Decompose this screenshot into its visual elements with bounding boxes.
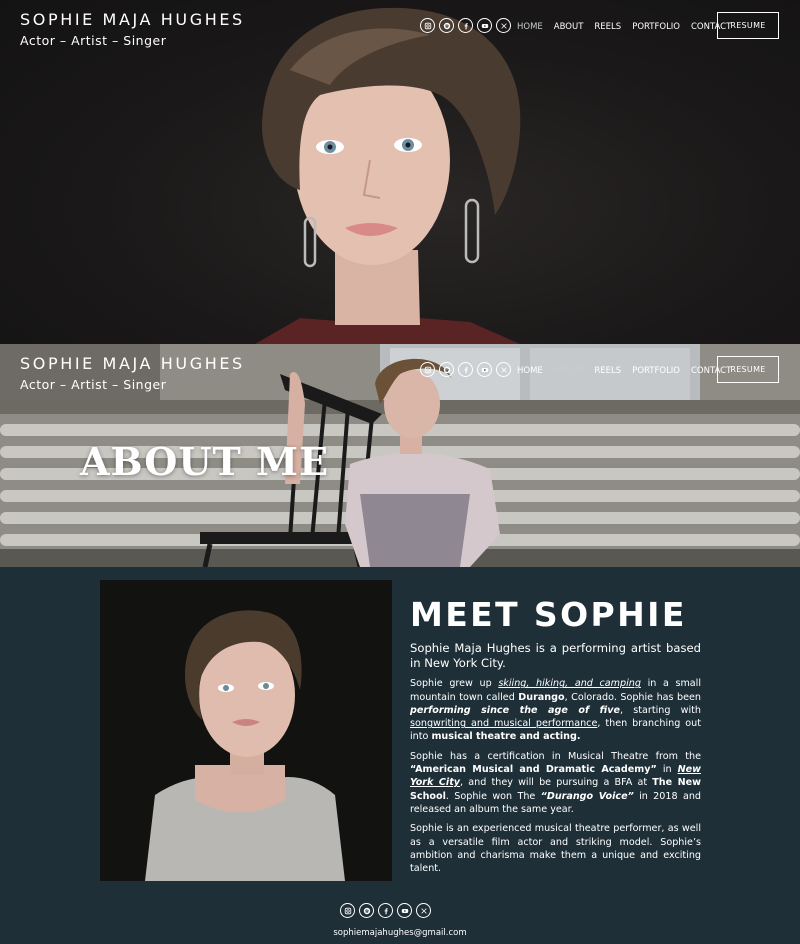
spotify-icon[interactable]: [439, 18, 454, 33]
x-icon[interactable]: [496, 362, 511, 377]
resume-button[interactable]: RESUME: [717, 12, 779, 39]
nav-about[interactable]: ABOUT: [554, 22, 584, 32]
about-title: ABOUT ME: [80, 439, 330, 484]
brand[interactable]: SOPHIE MAJA HUGHES Actor – Artist – Sing…: [20, 354, 245, 392]
meet-heading: MEET SOPHIE: [410, 595, 687, 634]
footer-social-links: [340, 903, 431, 918]
instagram-icon[interactable]: [340, 903, 355, 918]
main-nav: HOME ABOUT REELS PORTFOLIO CONTACT: [517, 366, 731, 376]
youtube-icon[interactable]: [477, 18, 492, 33]
site-tagline: Actor – Artist – Singer: [20, 377, 167, 392]
about-banner: SOPHIE MAJA HUGHES Actor – Artist – Sing…: [0, 344, 800, 567]
nav-home[interactable]: HOME: [517, 366, 543, 376]
site-header: SOPHIE MAJA HUGHES Actor – Artist – Sing…: [0, 0, 800, 60]
nav-portfolio[interactable]: PORTFOLIO: [632, 22, 680, 32]
banner-header: SOPHIE MAJA HUGHES Actor – Artist – Sing…: [0, 344, 800, 404]
social-links: [420, 362, 511, 377]
meet-text: MEET SOPHIE Sophie Maja Hughes is a perf…: [410, 595, 702, 875]
social-links: [420, 18, 511, 33]
nav-about[interactable]: ABOUT: [554, 366, 584, 376]
site-tagline: Actor – Artist – Singer: [20, 33, 167, 48]
instagram-icon[interactable]: [420, 362, 435, 377]
hero-section: SOPHIE MAJA HUGHES Actor – Artist – Sing…: [0, 0, 800, 344]
x-icon[interactable]: [416, 903, 431, 918]
instagram-icon[interactable]: [420, 18, 435, 33]
bio-paragraph-1: Sophie grew up skiing, hiking, and campi…: [410, 678, 701, 743]
brand[interactable]: SOPHIE MAJA HUGHES Actor – Artist – Sing…: [20, 10, 245, 48]
spotify-icon[interactable]: [439, 362, 454, 377]
meet-section: MEET SOPHIE Sophie Maja Hughes is a perf…: [0, 567, 800, 944]
facebook-icon[interactable]: [458, 18, 473, 33]
site-title[interactable]: SOPHIE MAJA HUGHES: [20, 10, 245, 29]
x-icon[interactable]: [496, 18, 511, 33]
headshot-image: [100, 580, 392, 881]
facebook-icon[interactable]: [378, 903, 393, 918]
nav-reels[interactable]: REELS: [594, 366, 621, 376]
facebook-icon[interactable]: [458, 362, 473, 377]
bio-paragraph-2: Sophie has a certification in Musical Th…: [410, 750, 702, 815]
main-nav: HOME ABOUT REELS PORTFOLIO CONTACT: [517, 22, 731, 32]
spotify-icon[interactable]: [359, 903, 374, 918]
site-title[interactable]: SOPHIE MAJA HUGHES: [20, 354, 245, 373]
youtube-icon[interactable]: [477, 362, 492, 377]
nav-home[interactable]: HOME: [517, 22, 543, 32]
youtube-icon[interactable]: [397, 903, 412, 918]
nav-reels[interactable]: REELS: [594, 22, 621, 32]
footer-email-link[interactable]: sophiemajahughes@gmail.com: [0, 928, 800, 938]
bio-paragraph-3: Sophie is an experienced musical theatre…: [410, 823, 701, 875]
resume-button[interactable]: RESUME: [717, 356, 779, 383]
meet-lead: Sophie Maja Hughes is a performing artis…: [410, 641, 701, 671]
nav-portfolio[interactable]: PORTFOLIO: [632, 366, 680, 376]
